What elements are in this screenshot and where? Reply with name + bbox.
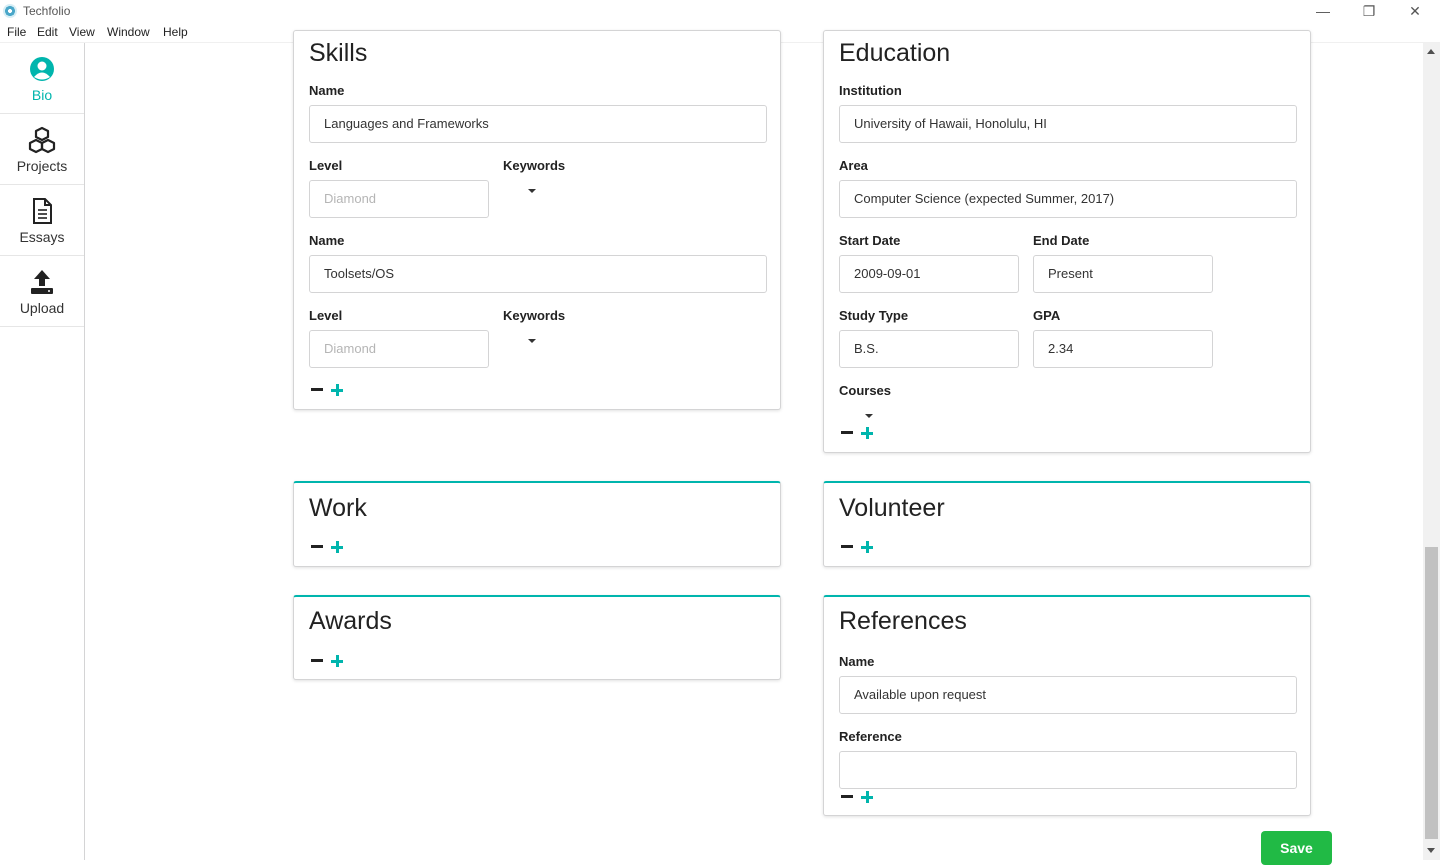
skills-card: Skills Name Languages and Frameworks Lev… [293, 30, 781, 410]
volunteer-card: Volunteer [823, 481, 1311, 567]
awards-title: Awards [309, 607, 392, 635]
study-type-label: Study Type [839, 308, 909, 323]
area-input[interactable]: Computer Science (expected Summer, 2017) [839, 180, 1297, 218]
reference-label: Reference [839, 729, 902, 744]
institution-input[interactable]: University of Hawaii, Honolulu, HI [839, 105, 1297, 143]
add-work-button[interactable] [331, 541, 343, 553]
end-date-label: End Date [1033, 233, 1090, 248]
education-title: Education [839, 39, 951, 67]
user-circle-icon [30, 57, 54, 81]
menu-file[interactable]: File [7, 25, 26, 39]
keywords-dropdown[interactable] [528, 189, 536, 193]
menu-view[interactable]: View [69, 25, 95, 39]
upload-icon [31, 270, 53, 294]
close-button[interactable]: ✕ [1392, 0, 1438, 22]
skill-name-label: Name [309, 83, 345, 98]
add-skill-button[interactable] [331, 384, 343, 396]
gpa-input[interactable]: 2.34 [1033, 330, 1213, 368]
study-type-input[interactable]: B.S. [839, 330, 1019, 368]
menu-help[interactable]: Help [163, 25, 188, 39]
references-title: References [839, 607, 967, 635]
work-card: Work [293, 481, 781, 567]
remove-volunteer-button[interactable] [841, 545, 853, 548]
menu-edit[interactable]: Edit [37, 25, 58, 39]
scroll-down-arrow-icon[interactable] [1427, 848, 1435, 853]
sidebar: Bio Projects Essays Upload [0, 43, 85, 860]
remove-skill-button[interactable] [311, 388, 323, 391]
institution-label: Institution [839, 83, 902, 98]
start-date-input[interactable]: 2009-09-01 [839, 255, 1019, 293]
remove-education-button[interactable] [841, 431, 853, 434]
add-education-button[interactable] [861, 427, 873, 439]
education-card: Education Institution University of Hawa… [823, 30, 1311, 453]
scroll-up-arrow-icon[interactable] [1427, 49, 1435, 54]
maximize-button[interactable]: ❐ [1346, 0, 1392, 22]
skill-level-label: Level [309, 308, 343, 323]
sidebar-item-essays[interactable]: Essays [0, 185, 84, 256]
menu-window[interactable]: Window [107, 25, 150, 39]
minimize-button[interactable]: — [1300, 0, 1346, 22]
app-logo-icon [3, 4, 17, 18]
file-icon [33, 198, 52, 224]
skill-name-input[interactable]: Toolsets/OS [309, 255, 767, 293]
skill-level-input[interactable]: Diamond [309, 180, 489, 218]
work-title: Work [309, 494, 367, 522]
window-title: Techfolio [23, 4, 71, 18]
skill-level-input[interactable]: Diamond [309, 330, 489, 368]
area-label: Area [839, 158, 868, 173]
add-reference-button[interactable] [861, 791, 873, 803]
scrollbar[interactable] [1423, 43, 1440, 860]
awards-card: Awards [293, 595, 781, 680]
remove-work-button[interactable] [311, 545, 323, 548]
skill-name-label: Name [309, 233, 345, 248]
sidebar-item-bio[interactable]: Bio [0, 43, 84, 114]
sidebar-item-label: Essays [19, 229, 65, 245]
add-volunteer-button[interactable] [861, 541, 873, 553]
remove-award-button[interactable] [311, 659, 323, 662]
reference-input[interactable] [839, 751, 1297, 789]
scrollbar-thumb[interactable] [1425, 547, 1438, 839]
end-date-input[interactable]: Present [1033, 255, 1213, 293]
skills-title: Skills [309, 39, 368, 67]
skill-level-label: Level [309, 158, 343, 173]
cubes-icon [28, 126, 56, 154]
start-date-label: Start Date [839, 233, 901, 248]
courses-dropdown[interactable] [865, 414, 873, 418]
courses-label: Courses [839, 383, 892, 398]
sidebar-item-upload[interactable]: Upload [0, 256, 84, 327]
remove-reference-button[interactable] [841, 795, 853, 798]
sidebar-item-projects[interactable]: Projects [0, 114, 84, 185]
sidebar-item-label: Upload [19, 300, 65, 316]
add-award-button[interactable] [331, 655, 343, 667]
sidebar-item-label: Bio [31, 87, 53, 103]
skill-keywords-label: Keywords [503, 308, 566, 323]
keywords-dropdown[interactable] [528, 339, 536, 343]
skill-name-input[interactable]: Languages and Frameworks [309, 105, 767, 143]
references-card: References Name Available upon request R… [823, 595, 1311, 816]
sidebar-item-label: Projects [16, 158, 68, 174]
gpa-label: GPA [1033, 308, 1061, 323]
reference-name-label: Name [839, 654, 875, 669]
title-bar: Techfolio — ❐ ✕ [0, 0, 1440, 22]
volunteer-title: Volunteer [839, 494, 945, 522]
reference-name-input[interactable]: Available upon request [839, 676, 1297, 714]
skill-keywords-label: Keywords [503, 158, 566, 173]
